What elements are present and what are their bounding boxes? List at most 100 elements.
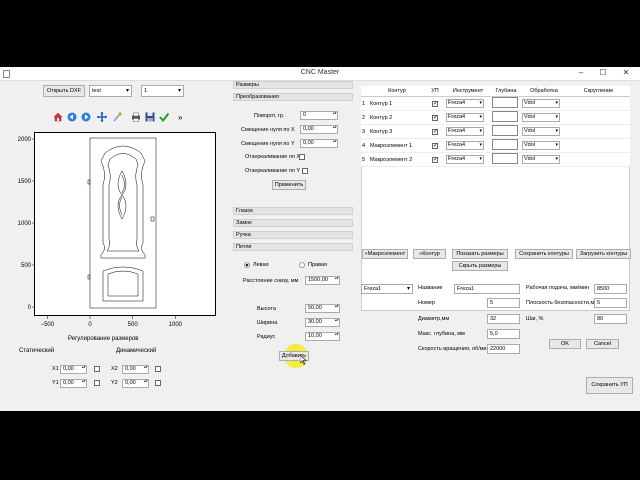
rounding-cell[interactable] <box>567 124 630 139</box>
y2-field[interactable]: 0,00 <box>122 379 149 388</box>
tool-combo[interactable]: Freza4 <box>446 155 484 164</box>
table-row[interactable]: 2 Контур 2 ✓ Freza4 Vdol <box>361 110 630 125</box>
rounding-cell[interactable] <box>567 138 630 153</box>
up-checkbox[interactable]: ✓ <box>432 156 438 163</box>
diameter-field[interactable]: 32 <box>487 314 520 324</box>
width-field[interactable]: 30,00 <box>305 318 340 327</box>
mirror-y-checkbox[interactable] <box>302 168 308 174</box>
section-sizes[interactable]: Размеры <box>233 81 353 89</box>
right-radio[interactable] <box>299 262 305 268</box>
tool-combo[interactable]: Freza4 <box>446 141 484 150</box>
header-processing[interactable]: Обработка <box>521 86 567 97</box>
radius-field[interactable]: 10,00 <box>305 332 340 341</box>
distance-field[interactable]: 1500,00 <box>305 276 340 285</box>
brush-icon[interactable] <box>112 112 122 122</box>
up-checkbox[interactable]: ✓ <box>432 142 438 149</box>
height-field[interactable]: 50,00 <box>305 304 340 313</box>
depth-cell[interactable] <box>492 111 518 122</box>
tool-name-field[interactable]: Freza1 <box>454 284 520 294</box>
section-peephole[interactable]: Глазок <box>233 207 353 215</box>
x2-field[interactable]: 0,00 <box>122 365 149 374</box>
rounding-cell[interactable] <box>567 110 630 125</box>
section-hinges[interactable]: Петли <box>233 243 353 251</box>
more-icon[interactable]: » <box>178 113 182 122</box>
depth-cell[interactable] <box>492 97 518 108</box>
x1-field[interactable]: 0,00 <box>60 365 87 374</box>
save-icon[interactable] <box>145 112 155 122</box>
y2-checkbox[interactable] <box>155 380 161 386</box>
show-sizes-button[interactable]: Показать размеры <box>452 249 508 259</box>
up-checkbox[interactable]: ✓ <box>432 114 438 121</box>
depth-cell[interactable] <box>492 125 518 136</box>
feed-rate-field[interactable]: 8500 <box>594 284 627 294</box>
header-depth[interactable]: Глубина <box>491 86 521 97</box>
max-depth-field[interactable]: 5,0 <box>487 329 520 339</box>
rounding-cell[interactable] <box>567 152 630 167</box>
rotate-field[interactable]: 0 <box>300 111 338 120</box>
tool-number-field[interactable]: 5 <box>487 298 520 308</box>
cancel-button[interactable]: Cancel <box>586 339 619 349</box>
y1-checkbox[interactable] <box>94 380 100 386</box>
left-radio[interactable] <box>244 262 250 268</box>
tool-combo[interactable]: Freza4 <box>446 113 484 122</box>
tool-combo[interactable]: Freza4 <box>446 127 484 136</box>
processing-combo[interactable]: Vdol <box>522 141 560 150</box>
processing-combo[interactable]: Vdol <box>522 127 560 136</box>
contour-name[interactable]: Макроэлемент 2 <box>369 152 425 167</box>
move-icon[interactable] <box>97 112 107 122</box>
table-row[interactable]: 4 Макроэлемент 1 ✓ Freza4 Vdol <box>361 138 630 153</box>
tool-select[interactable]: Freza1 <box>361 284 413 294</box>
section-handle[interactable]: Ручка <box>233 231 353 239</box>
header-contour[interactable]: Контур <box>369 86 425 97</box>
table-row[interactable]: 5 Макроэлемент 2 ✓ Freza4 Vdol <box>361 152 630 167</box>
depth-cell[interactable] <box>492 153 518 164</box>
number-combo[interactable]: 1 <box>141 85 184 97</box>
header-rounding[interactable]: Скругление <box>567 86 630 97</box>
processing-combo[interactable]: Vdol <box>522 155 560 164</box>
save-program-button[interactable]: Сохранить УП <box>586 377 633 394</box>
safety-plane-field[interactable]: 5 <box>594 298 627 308</box>
up-checkbox[interactable]: ✓ <box>432 128 438 135</box>
contour-name[interactable]: Контур 3 <box>369 124 425 139</box>
y1-field[interactable]: 0,00 <box>60 379 87 388</box>
maximize-button[interactable]: ☐ <box>593 67 613 79</box>
hide-sizes-button[interactable]: Скрыть размеры <box>452 261 508 271</box>
header-tool[interactable]: Инструмент <box>445 86 491 97</box>
open-dxf-button[interactable]: Открыть DXF <box>43 85 85 97</box>
tool-combo[interactable]: Freza4 <box>446 99 484 108</box>
ok-button[interactable]: OK <box>549 339 581 349</box>
offset-y-field[interactable]: 0,00 <box>300 139 338 148</box>
print-icon[interactable] <box>131 112 141 122</box>
contour-name[interactable]: Контур 2 <box>369 110 425 125</box>
load-contours-button[interactable]: Загрузить контуры <box>576 249 631 259</box>
file-combo[interactable]: test <box>89 85 132 97</box>
rotation-speed-field[interactable]: 22000 <box>487 344 520 354</box>
depth-cell[interactable] <box>492 139 518 150</box>
close-button[interactable]: ✕ <box>615 67 637 79</box>
back-arrow-icon[interactable] <box>67 112 77 122</box>
mirror-x-checkbox[interactable] <box>299 154 305 160</box>
table-row[interactable]: 1 Контур 1 ✓ Freza4 Vdol <box>361 96 630 111</box>
forward-arrow-icon[interactable] <box>81 112 91 122</box>
up-checkbox[interactable]: ✓ <box>432 100 438 107</box>
section-transform[interactable]: Преобразования <box>233 93 353 101</box>
section-lock[interactable]: Замок <box>233 219 353 227</box>
processing-combo[interactable]: Vdol <box>522 99 560 108</box>
save-contours-button[interactable]: Сохранить контуры <box>515 249 573 259</box>
contour-button[interactable]: «Контур <box>413 249 446 259</box>
minimize-button[interactable]: – <box>571 67 591 79</box>
rounding-cell[interactable] <box>567 96 630 111</box>
processing-combo[interactable]: Vdol <box>522 113 560 122</box>
contour-name[interactable]: Макроэлемент 1 <box>369 138 425 153</box>
contour-name[interactable]: Контур 1 <box>369 96 425 111</box>
macro-element-button[interactable]: «Макроэлемент <box>362 249 408 259</box>
header-up[interactable]: УП <box>425 86 445 97</box>
check-icon[interactable] <box>159 112 169 122</box>
x2-checkbox[interactable] <box>155 366 161 372</box>
offset-x-field[interactable]: 0,00 <box>300 125 338 134</box>
table-row[interactable]: 3 Контур 3 ✓ Freza4 Vdol <box>361 124 630 139</box>
x1-checkbox[interactable] <box>94 366 100 372</box>
apply-button[interactable]: Применить <box>272 180 306 190</box>
step-field[interactable]: 80 <box>594 314 627 324</box>
home-icon[interactable] <box>53 112 63 122</box>
